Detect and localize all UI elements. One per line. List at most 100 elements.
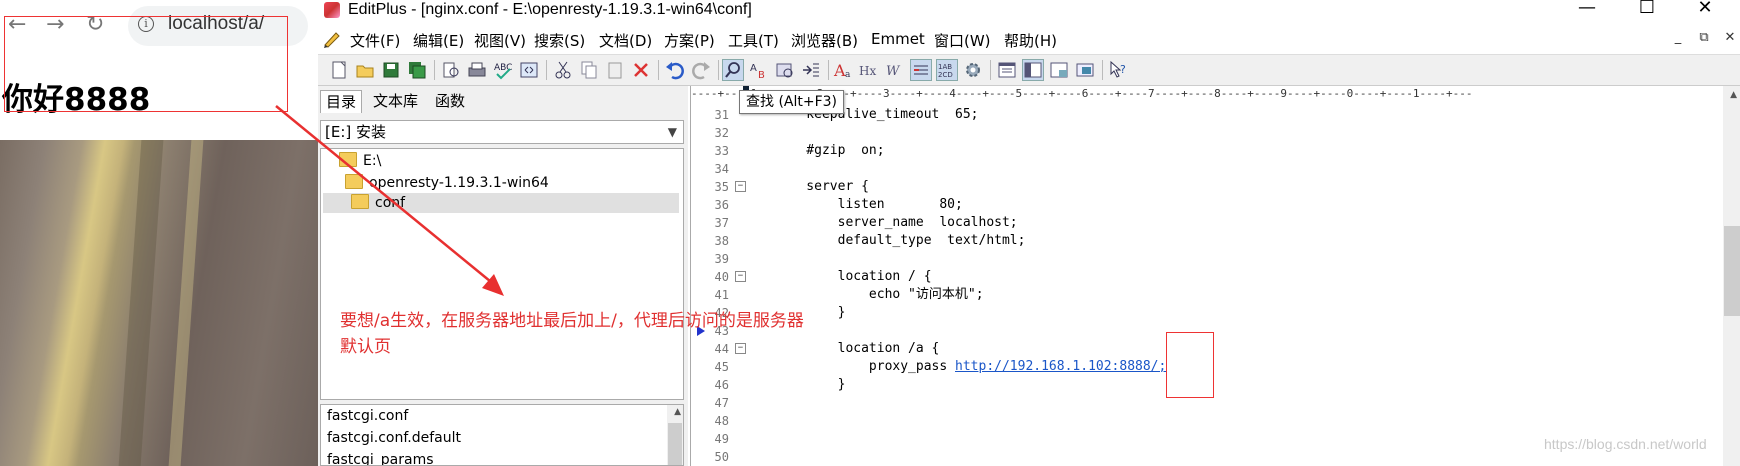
save-icon[interactable] bbox=[380, 59, 402, 81]
highlight-box-url bbox=[1166, 332, 1214, 398]
line-number-icon[interactable] bbox=[910, 59, 932, 81]
minimize-button[interactable]: — bbox=[1572, 0, 1602, 18]
scroll-up-icon[interactable]: ▲ bbox=[674, 407, 681, 417]
doc-restore-button[interactable]: ⧉ bbox=[1696, 30, 1712, 45]
directory-window-icon[interactable] bbox=[996, 59, 1018, 81]
code-line: server { bbox=[775, 179, 869, 194]
title-bar: EditPlus - [nginx.conf - E:\openresty-1.… bbox=[318, 0, 1740, 20]
open-file-icon[interactable] bbox=[354, 59, 376, 81]
svg-text:a: a bbox=[845, 70, 851, 80]
code-editor[interactable]: ----+----1----+----2----+----3----+----4… bbox=[690, 86, 1740, 466]
file-item[interactable]: fastcgi_params bbox=[327, 450, 434, 465]
doc-close-button[interactable]: ✕ bbox=[1722, 30, 1738, 45]
tree-item-label: conf bbox=[375, 195, 406, 211]
find-icon[interactable] bbox=[722, 59, 744, 81]
word-wrap-icon[interactable]: W bbox=[884, 59, 906, 81]
font-icon[interactable]: Aa bbox=[832, 59, 854, 81]
file-list: fastcgi.conf fastcgi.conf.default fastcg… bbox=[320, 404, 684, 466]
file-item[interactable]: fastcgi.conf bbox=[327, 406, 408, 426]
toolbar-separator bbox=[658, 60, 659, 80]
line-number: 46 bbox=[714, 378, 729, 392]
menu-edit[interactable]: 编辑(E) bbox=[413, 30, 464, 51]
hex-icon[interactable]: Hx bbox=[858, 59, 880, 81]
toolbar: ABC AB Aa Hx W 1AB 2CD ? bbox=[318, 54, 1740, 86]
fold-toggle[interactable]: − bbox=[735, 181, 746, 192]
maximize-button[interactable]: ☐ bbox=[1632, 0, 1662, 18]
toolbar-separator bbox=[990, 60, 991, 80]
fold-toggle[interactable]: − bbox=[735, 271, 746, 282]
editor-scrollbar[interactable]: ▲ bbox=[1723, 86, 1740, 466]
window-title: EditPlus - [nginx.conf - E:\openresty-1.… bbox=[348, 1, 752, 18]
replace-icon[interactable]: AB bbox=[748, 59, 770, 81]
tree-item-openresty[interactable]: openresty-1.19.3.1-win64 bbox=[345, 173, 549, 193]
doc-minimize-button[interactable]: _ bbox=[1670, 30, 1686, 45]
folder-open-icon bbox=[351, 194, 369, 209]
drive-select[interactable]: [E:] 安装 ▼ bbox=[320, 120, 684, 144]
copy-icon[interactable] bbox=[578, 59, 600, 81]
menu-help[interactable]: 帮助(H) bbox=[1004, 30, 1057, 51]
spell-check-icon[interactable]: ABC bbox=[492, 59, 514, 81]
column-ruler: ----+----1----+----2----+----3----+----4… bbox=[691, 86, 1721, 102]
new-file-icon[interactable] bbox=[328, 59, 350, 81]
line-number: 49 bbox=[714, 432, 729, 446]
cliptext-window-icon[interactable] bbox=[1022, 59, 1044, 81]
output-window-icon[interactable] bbox=[1048, 59, 1070, 81]
preferences-icon[interactable] bbox=[962, 59, 984, 81]
redo-icon[interactable] bbox=[690, 59, 712, 81]
cut-icon[interactable] bbox=[552, 59, 574, 81]
paste-icon[interactable] bbox=[604, 59, 626, 81]
tab-functions[interactable]: 函数 bbox=[430, 90, 470, 112]
code-keyword: proxy_pass bbox=[775, 359, 956, 374]
annotation-text: 要想/a生效，在服务器地址最后加上/，代理后访问的是服务器 默认页 bbox=[340, 308, 900, 360]
scrollbar-thumb[interactable] bbox=[1724, 226, 1740, 316]
svg-text:2CD: 2CD bbox=[938, 71, 953, 79]
line-number: 32 bbox=[714, 126, 729, 140]
menu-window[interactable]: 窗口(W) bbox=[934, 30, 991, 51]
goto-icon[interactable] bbox=[800, 59, 822, 81]
menu-browser[interactable]: 浏览器(B) bbox=[791, 30, 858, 51]
proxy-url-link[interactable]: http://192.168.1.102:8888/; bbox=[955, 359, 1166, 374]
menu-project[interactable]: 方案(P) bbox=[664, 30, 715, 51]
file-item[interactable]: fastcgi.conf.default bbox=[327, 428, 461, 448]
menu-file[interactable]: 文件(F) bbox=[350, 30, 400, 51]
line-number: 31 bbox=[714, 108, 729, 122]
undo-icon[interactable] bbox=[664, 59, 686, 81]
line-number: 35 bbox=[714, 180, 729, 194]
print-preview-icon[interactable] bbox=[440, 59, 462, 81]
annotation-line: 要想/a生效，在服务器地址最后加上/，代理后访问的是服务器 bbox=[340, 311, 804, 331]
menu-view[interactable]: 视图(V) bbox=[474, 30, 526, 51]
full-screen-icon[interactable] bbox=[1074, 59, 1096, 81]
tree-item-label: openresty-1.19.3.1-win64 bbox=[369, 175, 549, 191]
browser-preview-icon[interactable] bbox=[518, 59, 540, 81]
code-line: } bbox=[775, 377, 846, 392]
folder-tree: E:\ openresty-1.19.3.1-win64 conf bbox=[320, 148, 684, 400]
code-line: default_type text/html; bbox=[775, 233, 1026, 248]
menu-search[interactable]: 搜索(S) bbox=[534, 30, 585, 51]
scrollbar-thumb[interactable] bbox=[668, 423, 682, 465]
tree-item-conf[interactable]: conf bbox=[351, 193, 405, 213]
scroll-up-icon[interactable]: ▲ bbox=[1730, 90, 1737, 100]
help-icon[interactable]: ? bbox=[1108, 59, 1130, 81]
code-line: #gzip on; bbox=[775, 143, 885, 158]
menu-document[interactable]: 文档(D) bbox=[599, 30, 652, 51]
toolbar-separator bbox=[546, 60, 547, 80]
tab-cliptext[interactable]: 文本库 bbox=[368, 90, 423, 112]
editplus-window: EditPlus - [nginx.conf - E:\openresty-1.… bbox=[318, 0, 1740, 466]
tree-item-drive[interactable]: E:\ bbox=[339, 151, 381, 171]
delete-icon[interactable] bbox=[630, 59, 652, 81]
code-line: proxy_pass http://192.168.1.102:8888/; bbox=[775, 358, 1166, 376]
print-icon[interactable] bbox=[466, 59, 488, 81]
chevron-down-icon[interactable]: ▼ bbox=[668, 121, 677, 143]
tab-directory[interactable]: 目录 bbox=[320, 90, 363, 113]
close-button[interactable]: ✕ bbox=[1690, 0, 1720, 18]
ruler-icon[interactable]: 1AB 2CD bbox=[936, 59, 958, 81]
browser-window: ← → ↻ i localhost/a/ 你好8888 bbox=[0, 0, 319, 466]
watermark: https://blog.csdn.net/world bbox=[1544, 436, 1707, 452]
toolbar-separator bbox=[828, 60, 829, 80]
drive-select-value: [E:] 安装 bbox=[325, 123, 387, 141]
menu-emmet[interactable]: Emmet bbox=[871, 30, 925, 48]
save-all-icon[interactable] bbox=[406, 59, 428, 81]
find-in-files-icon[interactable] bbox=[774, 59, 796, 81]
menu-tools[interactable]: 工具(T) bbox=[728, 30, 779, 51]
file-list-scrollbar[interactable]: ▲ bbox=[667, 405, 683, 465]
